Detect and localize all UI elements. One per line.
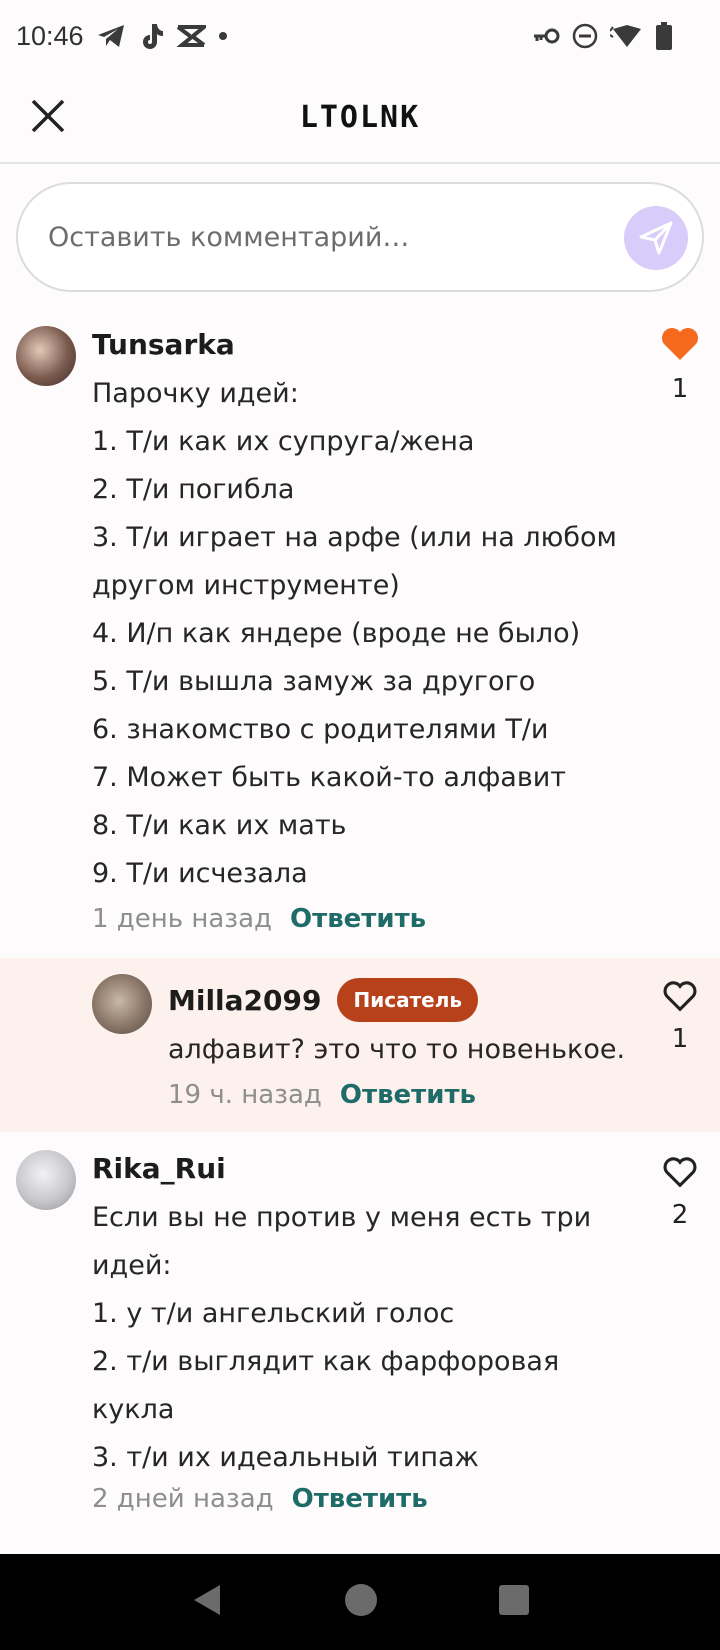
comment-time: 1 день назад [92, 904, 273, 934]
wifi-icon [609, 23, 644, 54]
writer-badge: Писатель [337, 978, 479, 1022]
battery-icon [656, 22, 672, 55]
heart-icon [663, 1157, 697, 1188]
like-button[interactable]: 1 [660, 980, 700, 1054]
like-button[interactable]: 1 [660, 326, 700, 404]
comment-author[interactable]: Rika_Rui [92, 1152, 226, 1185]
comment-text: Если вы не против у меня есть три идей: … [92, 1194, 591, 1482]
comment-line: алфавит? это что то новенькое. [168, 1034, 626, 1065]
comment-line: другом инструменте) [92, 570, 400, 601]
comment-line: 3. Т/и играет на арфе (или на любом [92, 522, 617, 553]
comment-line: 3. т/и их идеальный типаж [92, 1442, 479, 1473]
comment-meta: 1 день назад Ответить [92, 904, 426, 934]
like-count: 2 [671, 1200, 689, 1230]
comment-line: 7. Может быть какой-то алфавит [92, 762, 567, 793]
page-title: LTOLNK [299, 99, 421, 135]
comment-box [16, 182, 704, 292]
tiktok-icon [138, 22, 164, 50]
comment-line: Если вы не против у меня есть три [92, 1202, 592, 1233]
comment-line: 1. у т/и ангельский голос [92, 1298, 455, 1329]
key-icon [532, 27, 560, 50]
comment-item: Tunsarka Парочку идей: 1. Т/и как их суп… [0, 310, 720, 950]
comment-input[interactable] [48, 221, 608, 253]
comment-line: Парочку идей: [92, 378, 299, 409]
like-count: 1 [671, 374, 689, 404]
comment-line: 2. Т/и погибла [92, 474, 295, 505]
comment-line: 1. Т/и как их супруга/жена [92, 426, 475, 457]
send-button[interactable] [624, 206, 688, 270]
reply-button[interactable]: Ответить [292, 1484, 428, 1514]
comment-line: 4. И/п как яндере (вроде не было) [92, 618, 581, 649]
reply-button[interactable]: Ответить [290, 904, 426, 934]
telegram-icon [96, 23, 126, 49]
status-bar: 10:46 [0, 0, 720, 72]
comment-line: 8. Т/и как их мать [92, 810, 347, 841]
avatar[interactable] [92, 974, 152, 1034]
avatar[interactable] [16, 1150, 76, 1210]
comment-line: 5. Т/и вышла замуж за другого [92, 666, 536, 697]
reply-item: Milla2099 Писатель алфавит? это что то н… [0, 958, 720, 1132]
comment-line: 2. т/и выглядит как фарфоровая [92, 1346, 560, 1377]
close-button[interactable] [28, 96, 68, 136]
avatar[interactable] [16, 326, 76, 386]
author-name[interactable]: Milla2099 [168, 984, 321, 1017]
comment-line: 9. Т/и исчезала [92, 858, 308, 889]
send-icon [639, 221, 673, 255]
status-time: 10:46 [16, 20, 84, 51]
comment-meta: 19 ч. назад Ответить [168, 1080, 476, 1110]
system-nav-bar [0, 1554, 720, 1650]
dnd-icon [572, 23, 598, 54]
close-icon [31, 99, 65, 133]
comment-text: Парочку идей: 1. Т/и как их супруга/жена… [92, 370, 617, 898]
comment-text: алфавит? это что то новенькое. [168, 1026, 625, 1074]
capcut-icon [175, 24, 206, 48]
comment-author[interactable]: Tunsarka [92, 328, 235, 361]
like-button[interactable]: 2 [660, 1156, 700, 1230]
comment-time: 2 дней назад [92, 1484, 274, 1514]
recents-icon[interactable] [498, 1584, 530, 1620]
comment-line: 6. знакомство с родителями Т/и [92, 714, 549, 745]
heart-icon [662, 328, 698, 360]
comment-author: Milla2099 Писатель [168, 978, 479, 1022]
heart-icon [663, 981, 697, 1012]
comment-item: Rika_Rui Если вы не против у меня есть т… [0, 1140, 720, 1540]
comment-line: идей: [92, 1250, 172, 1281]
back-icon[interactable] [190, 1582, 224, 1622]
home-icon[interactable] [343, 1582, 379, 1622]
comment-line: кукла [92, 1394, 175, 1425]
like-count: 1 [671, 1024, 689, 1054]
comment-time: 19 ч. назад [168, 1080, 322, 1110]
comment-meta: 2 дней назад Ответить [92, 1484, 428, 1514]
dot-icon [218, 31, 228, 41]
reply-button[interactable]: Ответить [340, 1080, 476, 1110]
header: LTOLNK [0, 72, 720, 164]
